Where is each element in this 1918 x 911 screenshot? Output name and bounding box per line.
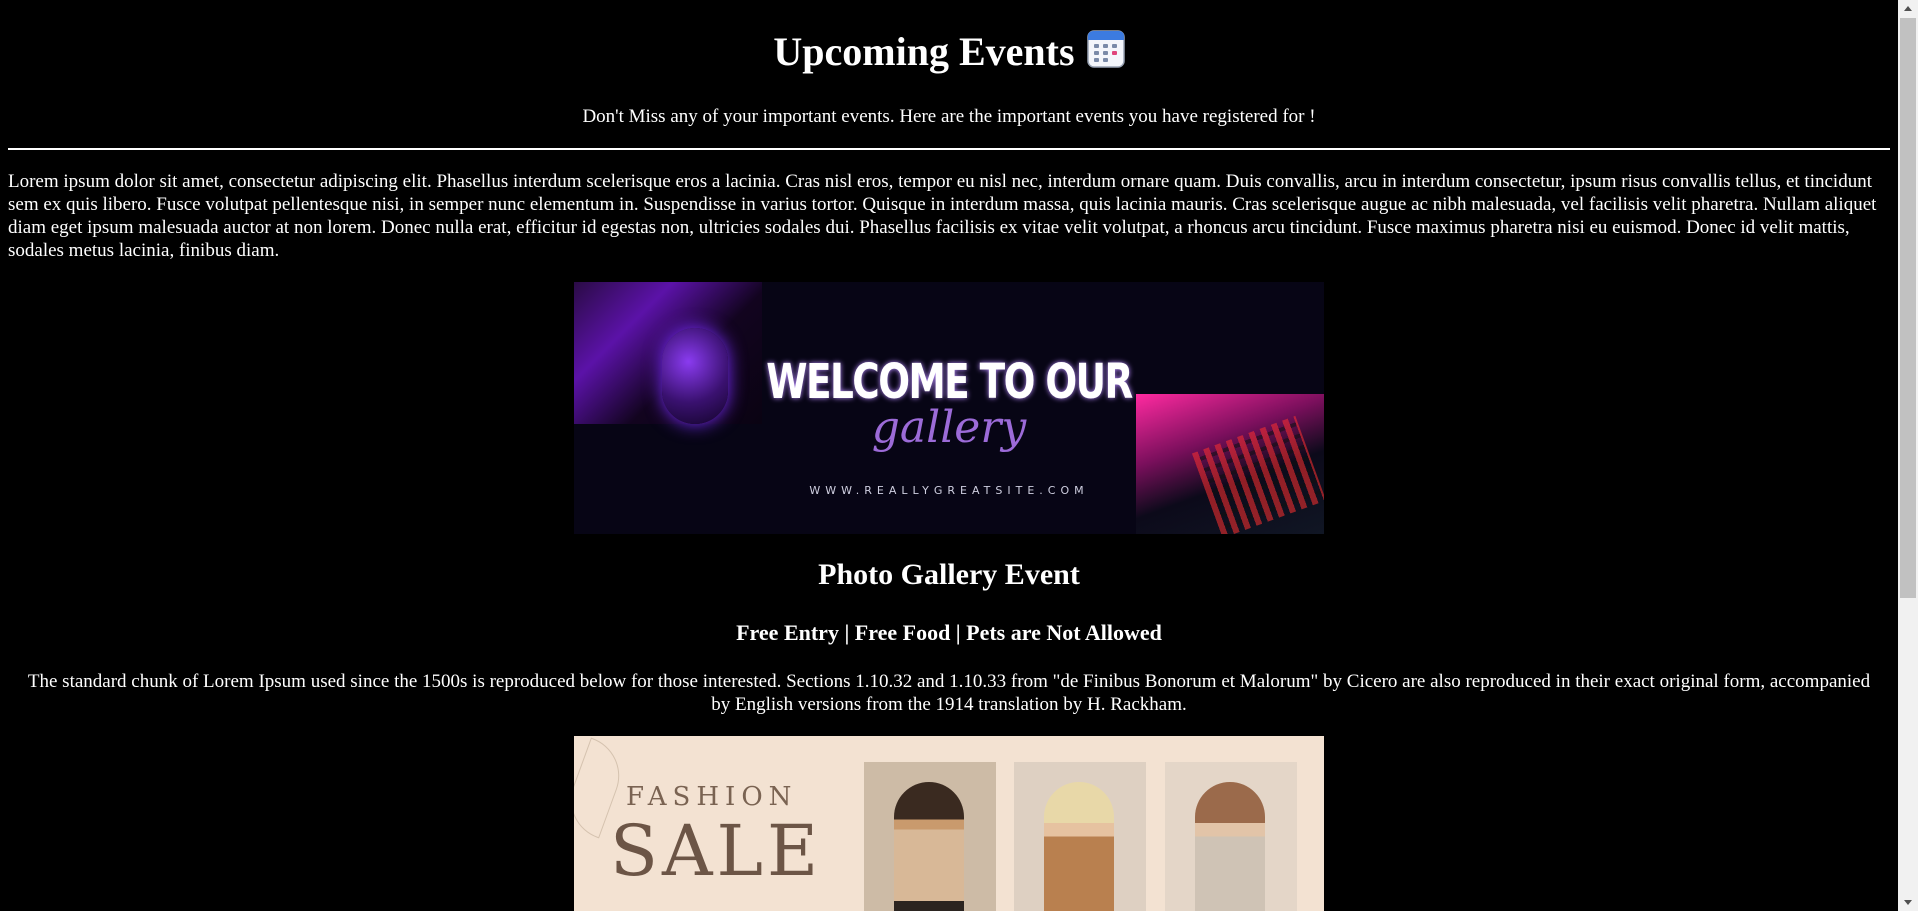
model-photo [1014,762,1146,911]
model-photo [1165,762,1297,911]
banner-headline-large: SALE [610,810,823,892]
scroll-down-arrow-icon[interactable] [1898,894,1918,911]
calendar-icon [1086,28,1125,68]
event-banner-fashion: FASHION SALE [574,736,1324,911]
event-banner-gallery: WELCOME TO OUR gallery WWW.REALLYGREATSI… [574,282,1324,534]
event-tags: Free Entry | Free Food | Pets are Not Al… [736,620,1162,645]
page-title: Upcoming Events [773,29,1075,74]
page-subtitle: Don't Miss any of your important events.… [582,106,1316,127]
page-header: Upcoming Events [0,28,1898,86]
events-page: Upcoming Events Don't Miss any of your i… [0,0,1898,911]
vertical-scrollbar[interactable] [1898,0,1918,911]
scroll-up-arrow-icon[interactable] [1898,0,1918,17]
scrollbar-thumb[interactable] [1900,18,1916,598]
model-photo [864,762,996,911]
banner-headline-small: FASHION [626,782,798,812]
intro-paragraph: Lorem ipsum dolor sit amet, consectetur … [8,171,1877,261]
header-divider [8,148,1890,150]
event-title: Photo Gallery Event [818,558,1080,591]
banner-script-text: gallery [871,402,1027,453]
banner-url: WWW.REALLYGREATSITE.COM [809,484,1089,497]
event-description: The standard chunk of Lorem Ipsum used s… [27,671,1871,715]
